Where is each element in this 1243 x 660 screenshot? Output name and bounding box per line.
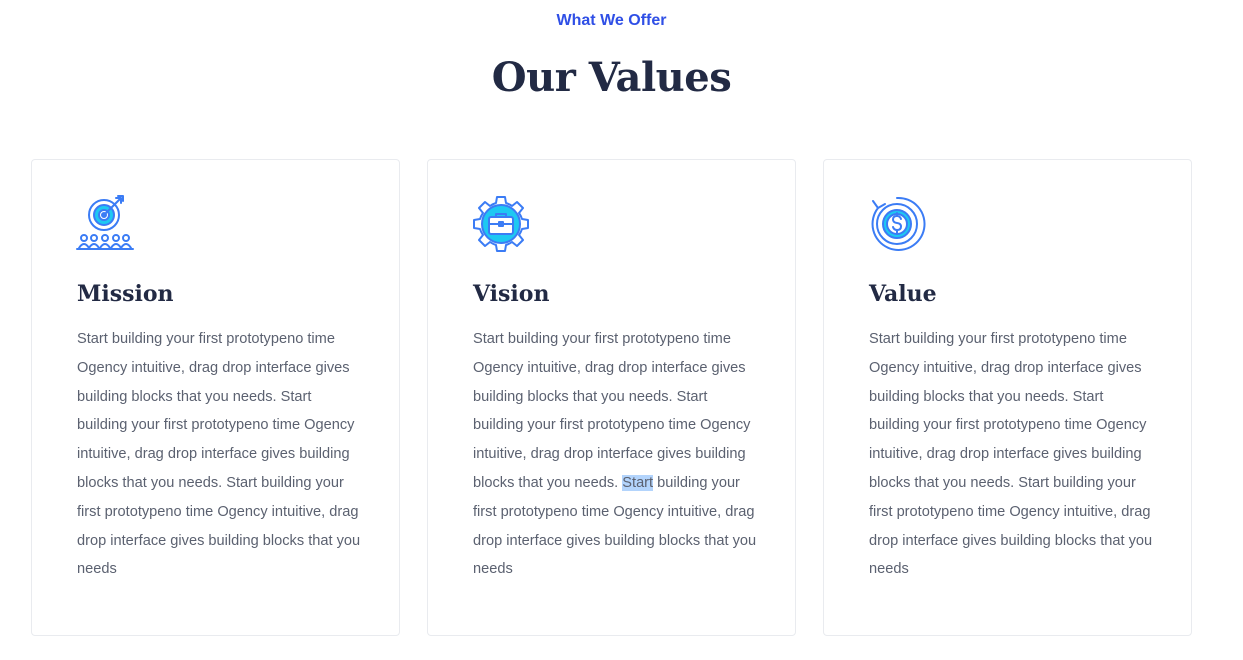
gear-briefcase-icon (472, 195, 530, 253)
card-description-start: Start building your first prototypeno ti… (473, 331, 751, 491)
section-eyebrow: What We Offer (556, 12, 667, 29)
values-section: What We Offer Our Values Mission Start b… (0, 0, 1243, 660)
card-description: Start building your first prototypeno ti… (473, 325, 758, 584)
card-description: Start building your first prototypeno ti… (77, 331, 361, 578)
card-title: Mission (77, 281, 174, 307)
target-team-icon (76, 195, 134, 253)
dollar-cycle-icon (868, 195, 926, 253)
section-title: Our Values (491, 54, 732, 101)
value-card-value: Value Start building your first prototyp… (823, 159, 1192, 636)
card-description: Start building your first prototypeno ti… (869, 331, 1153, 578)
card-title: Value (869, 281, 937, 307)
value-card-mission: Mission Start building your first protot… (31, 159, 400, 636)
selected-text: Start (622, 474, 654, 491)
value-card-vision: Vision Start building your first prototy… (427, 159, 796, 636)
card-title: Vision (473, 281, 550, 307)
